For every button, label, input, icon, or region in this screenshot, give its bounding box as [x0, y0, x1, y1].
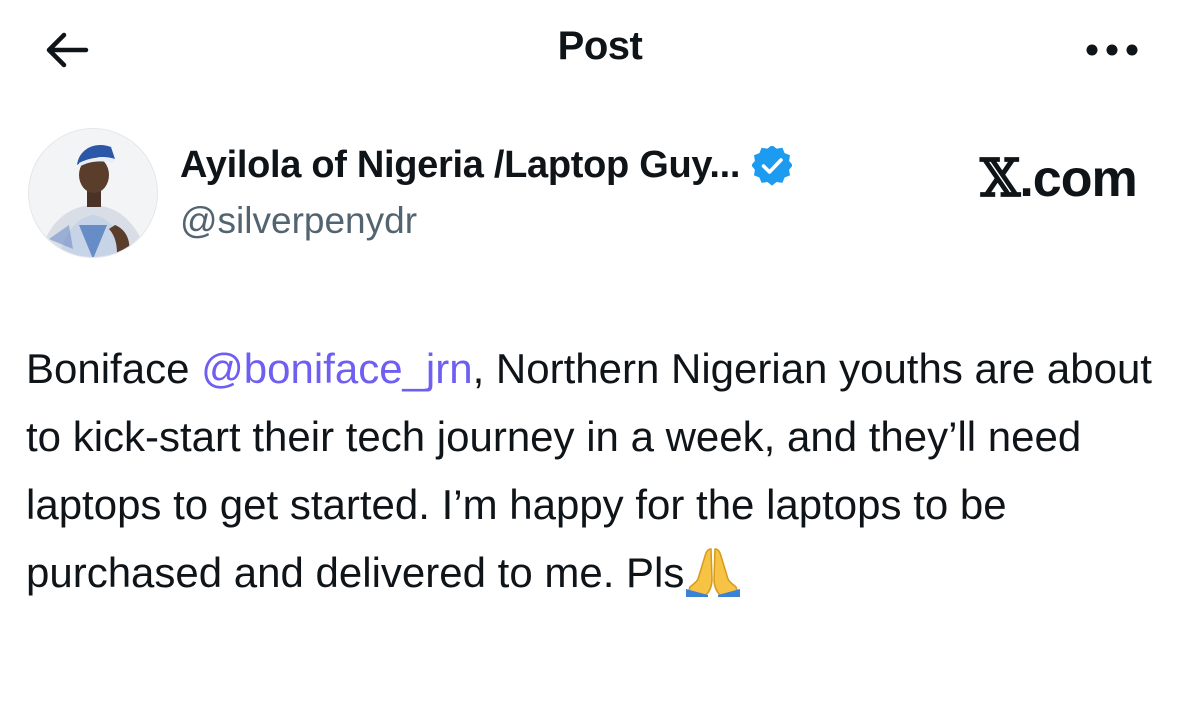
more-dots-icon	[1086, 44, 1138, 56]
brand-text: .com	[1019, 150, 1137, 208]
x-logo-icon: 𝕏	[980, 148, 1020, 209]
brand-watermark: 𝕏 .com	[980, 148, 1138, 209]
author-handle[interactable]: @silverpenydr	[180, 200, 417, 242]
post-screen: Post Ayilola of Nigeria /Laptop Guy... @…	[0, 0, 1200, 711]
author-name-row[interactable]: Ayilola of Nigeria /Laptop Guy...	[180, 144, 793, 187]
avatar-image	[29, 129, 157, 257]
tweet-lead: Boniface	[26, 345, 202, 392]
mention-link[interactable]: @boniface_jrn	[201, 345, 472, 392]
page-title: Post	[557, 24, 643, 68]
folded-hands-emoji	[684, 545, 742, 617]
author-name[interactable]: Ayilola of Nigeria /Laptop Guy...	[180, 144, 740, 187]
more-options-button[interactable]	[1080, 30, 1144, 70]
avatar[interactable]	[28, 128, 158, 258]
verified-badge-icon	[752, 145, 793, 186]
tweet-text: Boniface @boniface_jrn, Northern Nigeria…	[26, 335, 1176, 617]
